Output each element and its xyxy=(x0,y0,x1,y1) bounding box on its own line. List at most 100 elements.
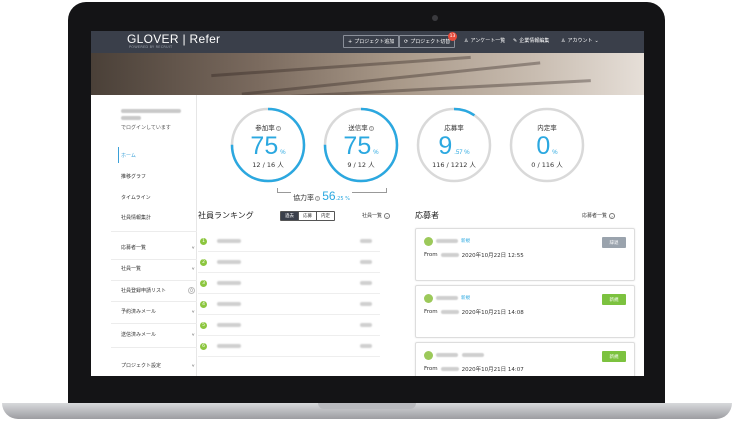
status-badge[interactable]: 辞退 xyxy=(602,237,626,248)
chevron-down-icon: ∨ xyxy=(191,266,195,271)
status-tag: 新規 xyxy=(461,239,470,244)
chevron-down-icon: ∨ xyxy=(191,363,195,368)
gauge-value: 9 xyxy=(438,132,453,160)
chevron-down-icon: ∨ xyxy=(191,332,195,337)
chevron-down-icon: ∨ xyxy=(191,309,195,314)
camera-dot xyxy=(432,15,438,21)
timestamp: 2020年10月22日 12:55 xyxy=(461,253,524,259)
applicant-card[interactable]: 新規 From 2020年10月21日 14:08 新規 xyxy=(415,285,635,338)
divider xyxy=(111,301,197,302)
table-row[interactable]: 4 xyxy=(198,294,380,315)
avatar xyxy=(424,294,433,303)
divider xyxy=(111,280,197,281)
table-row[interactable]: 6 xyxy=(198,336,380,357)
sidebar-item-sent-mail[interactable]: 送信済みメール ∨ xyxy=(121,331,195,338)
applicant-card[interactable]: 新規 From 2020年10月22日 12:55 辞退 xyxy=(415,228,635,281)
sidebar-item-employee-stats[interactable]: 社員情報集計 xyxy=(121,214,195,221)
timestamp: 2020年10月21日 14:07 xyxy=(461,367,524,373)
divider xyxy=(111,231,197,232)
applicant-card[interactable]: From 2020年10月21日 14:07 新規 xyxy=(415,342,635,376)
login-status-text: でログインしています xyxy=(121,125,171,131)
avatar xyxy=(424,351,433,360)
participation-rate-gauge: 参加率? 75% 12 / 16 人 xyxy=(229,106,307,184)
status-badge[interactable]: 新規 xyxy=(602,351,626,362)
gauge-title: 送信率 xyxy=(348,124,368,132)
chevron-right-icon: › xyxy=(384,212,391,219)
account-menu[interactable]: ♙ アカウント ⌄ xyxy=(561,37,599,45)
ranking-title: 社員ランキング xyxy=(198,211,254,220)
table-row[interactable]: 3 xyxy=(198,273,380,294)
status-tag: 新規 xyxy=(461,296,470,301)
hero-banner-image xyxy=(91,53,644,95)
main-content: 参加率? 75% 12 / 16 人 送信率? 75% 9 / 12 人 応募率… xyxy=(198,95,644,376)
sidebar-item-registration-requests[interactable]: 社員登録申請リスト 0 xyxy=(121,287,195,294)
application-rate-gauge: 応募率 9.57 % 116 / 1212 人 xyxy=(415,106,493,184)
help-icon[interactable]: ? xyxy=(275,125,281,131)
table-row[interactable]: 2 xyxy=(198,252,380,273)
sidebar-item-applicants[interactable]: 応募者一覧 ∨ xyxy=(121,244,195,251)
cooperation-rate: 協力率? 56.25 % xyxy=(291,189,352,203)
gauge-subtext: 12 / 16 人 xyxy=(252,161,284,169)
sidebar-item-home[interactable]: ホーム xyxy=(121,152,195,159)
divider xyxy=(111,347,197,348)
user-name-blurred xyxy=(121,109,181,113)
gauge-title: 応募率 xyxy=(444,124,464,132)
sidebar-item-timeline[interactable]: タイムライン xyxy=(121,194,195,201)
count-badge: 0 xyxy=(188,287,195,294)
divider xyxy=(111,323,197,324)
user-name-blurred xyxy=(121,116,141,120)
sidebar-item-scheduled-mail[interactable]: 予約済みメール ∨ xyxy=(121,308,195,315)
avatar xyxy=(424,237,433,246)
sidebar-item-trend-graph[interactable]: 推移グラフ xyxy=(121,173,195,180)
refresh-icon: ⟳ xyxy=(404,38,409,45)
gauge-unit: .57 % xyxy=(454,150,470,156)
gauge-subtext: 116 / 1212 人 xyxy=(432,161,476,169)
gauge-value: 75 xyxy=(343,132,372,160)
employee-list-link[interactable]: 社員一覧 › xyxy=(362,212,391,219)
plus-icon: + xyxy=(348,38,353,45)
help-icon[interactable]: ? xyxy=(315,195,320,201)
gauge-unit: % xyxy=(280,150,286,156)
divider xyxy=(111,259,197,260)
gauge-value: 0 xyxy=(536,132,551,160)
add-project-button[interactable]: + プロジェクト追加 xyxy=(343,35,400,48)
offer-rate-gauge: 内定率 0% 0 / 116 人 xyxy=(508,106,586,184)
ranking-tabs: 過去 応募 内定 xyxy=(280,211,335,221)
sidebar: でログインしています ホーム 推移グラフ タイムライン 社員情報集計 応募者一覧… xyxy=(91,95,197,376)
app-logo[interactable]: GLOVER | Refer xyxy=(127,32,220,46)
top-navbar: GLOVER | Refer POWERED BY RECRUIT + プロジェ… xyxy=(91,31,644,53)
gauge-title: 参加率 xyxy=(255,124,275,132)
gauge-title: 内定率 xyxy=(537,124,557,132)
gauge-subtext: 9 / 12 人 xyxy=(347,161,375,169)
person-icon: ♙ xyxy=(464,37,469,44)
gauge-subtext: 0 / 116 人 xyxy=(531,161,563,169)
chevron-down-icon: ∨ xyxy=(191,245,195,250)
table-row[interactable]: 5 xyxy=(198,315,380,336)
status-badge[interactable]: 新規 xyxy=(602,294,626,305)
gauge-unit: % xyxy=(552,150,558,156)
sidebar-item-employees[interactable]: 社員一覧 ∨ xyxy=(121,265,195,272)
app-logo-subtitle: POWERED BY RECRUIT xyxy=(129,45,173,49)
applicants-title: 応募者 xyxy=(415,211,439,220)
laptop-frame: GLOVER | Refer POWERED BY RECRUIT + プロジェ… xyxy=(0,0,734,422)
pencil-icon: ✎ xyxy=(513,37,518,44)
gauge-value: 75 xyxy=(250,132,279,160)
tab-application[interactable]: 応募 xyxy=(298,212,316,220)
switch-project-button[interactable]: ⟳ プロジェクト切替 xyxy=(399,35,456,48)
applicant-list-link[interactable]: 応募者一覧 › xyxy=(582,212,616,219)
applicant-name-blurred xyxy=(436,296,458,300)
applicant-name-blurred xyxy=(436,239,458,243)
timestamp: 2020年10月21日 14:08 xyxy=(461,310,524,316)
active-indicator xyxy=(118,147,119,163)
notification-badge: 13 xyxy=(448,32,457,41)
app-screen: GLOVER | Refer POWERED BY RECRUIT + プロジェ… xyxy=(91,31,644,376)
help-icon[interactable]: ? xyxy=(368,125,374,131)
table-row[interactable]: 1 xyxy=(198,231,380,252)
tab-past[interactable]: 過去 xyxy=(281,212,298,220)
tab-offer[interactable]: 内定 xyxy=(316,212,334,220)
company-edit-link[interactable]: ✎ 企業情報編集 xyxy=(513,37,549,45)
survey-list-link[interactable]: ♙ アンケート一覧 xyxy=(464,37,505,45)
sidebar-item-project-settings[interactable]: プロジェクト設定 ∨ xyxy=(121,362,195,369)
applicant-name-blurred xyxy=(436,353,458,357)
send-rate-gauge: 送信率? 75% 9 / 12 人 xyxy=(322,106,400,184)
